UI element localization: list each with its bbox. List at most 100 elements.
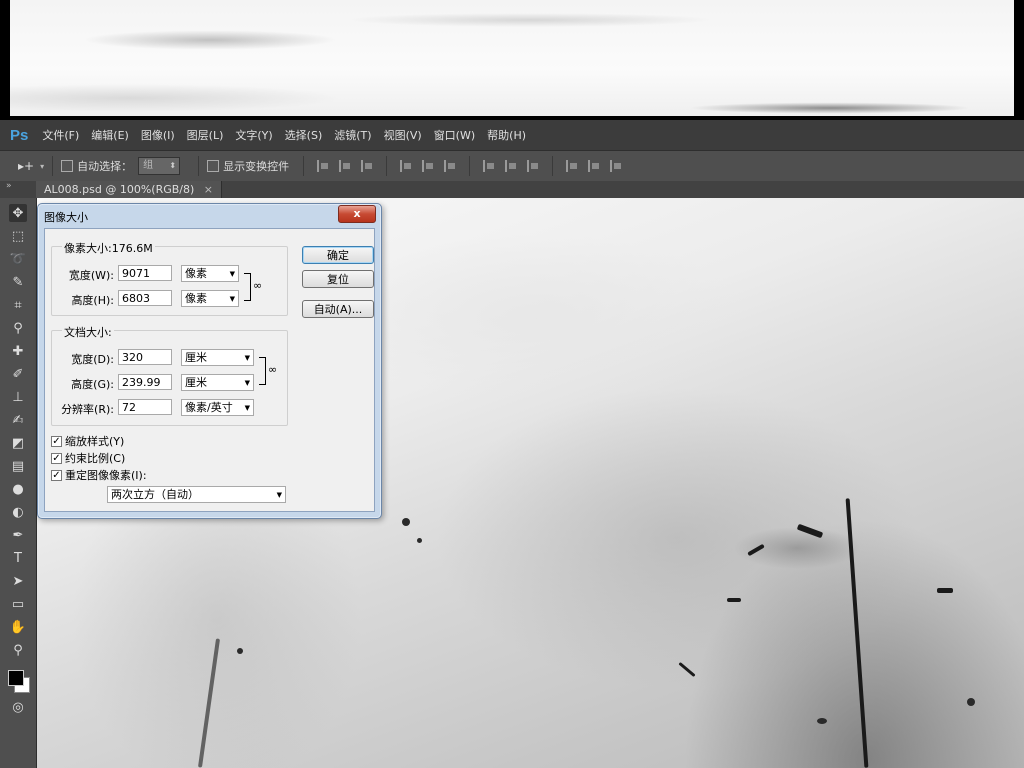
align-bottom-icon[interactable]	[361, 160, 373, 172]
move-tool-preset-icon[interactable]: ▸+	[18, 159, 34, 173]
zoom-tool-icon[interactable]: ⚲	[9, 641, 27, 659]
close-tab-icon[interactable]: ×	[204, 183, 213, 196]
align-left-icon[interactable]	[400, 160, 412, 172]
reset-button[interactable]: 复位	[302, 270, 374, 288]
photoshop-logo: Ps	[10, 126, 29, 144]
close-dialog-button[interactable]: x	[338, 205, 376, 223]
chain-link-icon: ∞	[268, 363, 278, 376]
texture-speck	[967, 698, 975, 706]
healing-brush-tool-icon[interactable]: ✚	[9, 342, 27, 360]
link-bracket	[244, 273, 251, 301]
path-selection-tool-icon[interactable]: ➤	[9, 572, 27, 590]
chevron-down-icon[interactable]: ▾	[40, 162, 44, 171]
foreground-color-swatch[interactable]	[8, 670, 24, 686]
pixel-height-label: 高度(H):	[71, 294, 114, 307]
brush-tool-icon[interactable]: ✐	[9, 365, 27, 383]
distribute-top-icon[interactable]	[483, 160, 495, 172]
pixel-dimensions-title: 像素大小:176.6M	[62, 240, 155, 256]
ok-button[interactable]: 确定	[302, 246, 374, 264]
texture-crack	[197, 638, 221, 768]
dialog-title: 图像大小	[44, 211, 88, 224]
pixel-height-field[interactable]: 6803	[118, 290, 172, 306]
distribute-hcenter-icon[interactable]	[588, 160, 600, 172]
clone-stamp-tool-icon[interactable]: ⊥	[9, 388, 27, 406]
resolution-label: 分辨率(R):	[61, 403, 114, 416]
menu-window[interactable]: 窗口(W)	[434, 127, 475, 143]
show-transform-label: 显示变换控件	[223, 160, 290, 173]
move-tool-icon[interactable]: ✥	[9, 204, 27, 222]
crop-tool-icon[interactable]: ⌗	[9, 296, 27, 314]
document-tab[interactable]: AL008.psd @ 100%(RGB/8) ×	[36, 181, 223, 198]
resample-option[interactable]: ✓ 重定图像像素(I):	[51, 467, 147, 483]
distribute-vcenter-icon[interactable]	[505, 160, 517, 172]
doc-width-unit-select[interactable]: 厘米	[181, 349, 254, 366]
doc-width-field[interactable]: 320	[118, 349, 172, 365]
separator	[386, 156, 388, 176]
menu-help[interactable]: 帮助(H)	[487, 127, 526, 143]
pixel-height-unit-select[interactable]: 像素	[181, 290, 239, 307]
scale-styles-option[interactable]: ✓ 缩放样式(Y)	[51, 433, 124, 449]
dodge-tool-icon[interactable]: ◐	[9, 503, 27, 521]
doc-height-unit-select[interactable]: 厘米	[181, 374, 254, 391]
menu-edit[interactable]: 编辑(E)	[91, 127, 129, 143]
scale-styles-checkbox[interactable]: ✓	[51, 435, 62, 447]
texture-speck	[402, 518, 410, 526]
align-hcenter-icon[interactable]	[422, 160, 434, 172]
align-right-icon[interactable]	[444, 160, 456, 172]
eyedropper-tool-icon[interactable]: ⚲	[9, 319, 27, 337]
texture-speck	[417, 538, 422, 543]
texture-crack	[796, 523, 824, 539]
collapse-panel-icon[interactable]: »	[6, 181, 12, 191]
doc-width-label: 宽度(D):	[71, 353, 114, 366]
doc-height-label: 高度(G):	[71, 378, 114, 391]
menu-image[interactable]: 图像(I)	[141, 127, 175, 143]
auto-select-label: 自动选择：	[77, 160, 133, 173]
menu-filter[interactable]: 滤镜(T)	[334, 127, 371, 143]
history-brush-tool-icon[interactable]: ✍	[9, 411, 27, 429]
resolution-field[interactable]: 72	[118, 399, 172, 415]
pixel-dimensions-group: 像素大小:176.6M 宽度(W): 9071 像素 高度(H): 6803 像…	[51, 240, 288, 316]
menu-select[interactable]: 选择(S)	[285, 127, 323, 143]
distribute-left-icon[interactable]	[566, 160, 578, 172]
marble-texture-preview	[10, 0, 1014, 116]
blur-tool-icon[interactable]: ●	[9, 480, 27, 498]
auto-button[interactable]: 自动(A)...	[302, 300, 374, 318]
eraser-tool-icon[interactable]: ◩	[9, 434, 27, 452]
show-transform-checkbox[interactable]	[207, 160, 220, 172]
distribute-right-icon[interactable]	[610, 160, 622, 172]
shape-tool-icon[interactable]: ▭	[9, 595, 27, 613]
resolution-unit-select[interactable]: 像素/英寸	[181, 399, 254, 416]
separator	[469, 156, 471, 176]
pen-tool-icon[interactable]: ✒	[9, 526, 27, 544]
align-top-icon[interactable]	[317, 160, 329, 172]
menu-view[interactable]: 视图(V)	[384, 127, 422, 143]
type-tool-icon[interactable]: T	[9, 549, 27, 567]
constrain-proportions-checkbox[interactable]: ✓	[51, 452, 62, 464]
document-tab-label: AL008.psd @ 100%(RGB/8)	[44, 183, 195, 196]
menu-layer[interactable]: 图层(L)	[187, 127, 224, 143]
menu-file[interactable]: 文件(F)	[42, 127, 79, 143]
document-size-group: 文档大小: 宽度(D): 320 厘米 高度(G): 239.99 厘米 分辨率…	[51, 324, 288, 426]
menu-type[interactable]: 文字(Y)	[235, 127, 272, 143]
quick-mask-icon[interactable]: ◎	[9, 698, 27, 716]
pixel-width-label: 宽度(W):	[68, 269, 114, 282]
auto-select-checkbox[interactable]	[61, 160, 74, 172]
constrain-proportions-label: 约束比例(C)	[65, 452, 126, 465]
hand-tool-icon[interactable]: ✋	[9, 618, 27, 636]
texture-crack	[747, 543, 765, 557]
top-preview-strip	[0, 0, 1024, 120]
gradient-tool-icon[interactable]: ▤	[9, 457, 27, 475]
resample-method-select[interactable]: 两次立方（自动）	[107, 486, 286, 503]
constrain-proportions-option[interactable]: ✓ 约束比例(C)	[51, 450, 125, 466]
auto-select-dropdown[interactable]: 组	[138, 157, 181, 175]
pixel-width-unit-select[interactable]: 像素	[181, 265, 239, 282]
lasso-tool-icon[interactable]: ➰	[9, 250, 27, 268]
align-vcenter-icon[interactable]	[339, 160, 351, 172]
marquee-tool-icon[interactable]: ⬚	[9, 227, 27, 245]
pixel-width-field[interactable]: 9071	[118, 265, 172, 281]
chain-link-icon: ∞	[253, 279, 263, 292]
doc-height-field[interactable]: 239.99	[118, 374, 172, 390]
distribute-bottom-icon[interactable]	[527, 160, 539, 172]
quick-select-tool-icon[interactable]: ✎	[9, 273, 27, 291]
resample-checkbox[interactable]: ✓	[51, 469, 62, 481]
